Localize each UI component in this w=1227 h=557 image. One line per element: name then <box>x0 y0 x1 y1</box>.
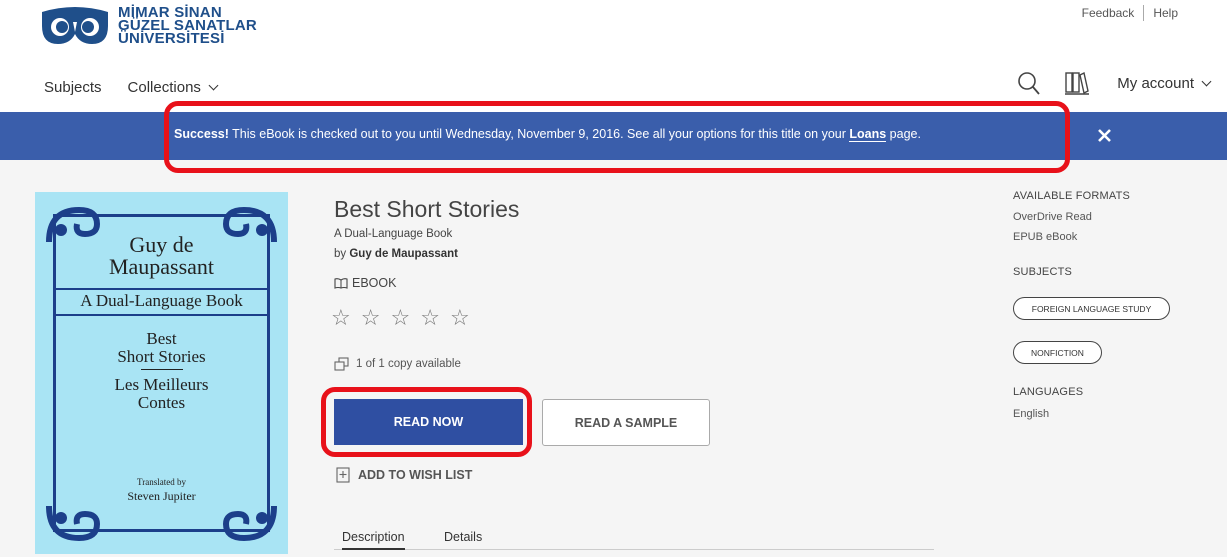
utility-links: Feedback Help <box>1082 5 1178 21</box>
cover-translated-by: Translated by <box>137 477 186 487</box>
cover-author-line-2: Maupassant <box>108 254 215 279</box>
university-name: MİMAR SİNAN GÜZEL SANATLAR ÜNİVERSİTESİ <box>118 5 257 46</box>
star-icon[interactable]: ☆ <box>420 306 440 330</box>
read-now-highlight-outline <box>321 387 532 457</box>
divider <box>1143 5 1145 21</box>
languages-heading: LANGUAGES <box>1013 386 1084 398</box>
cover-rule <box>141 369 183 370</box>
add-to-wish-list-button[interactable]: ADD TO WISH LIST <box>336 467 472 483</box>
book-byline: by Guy de Maupassant <box>334 248 458 260</box>
star-icon[interactable]: ☆ <box>331 306 351 330</box>
owl-logo-icon <box>42 7 108 44</box>
cover-title-line-1: Best <box>146 329 177 348</box>
book-subtitle: A Dual-Language Book <box>334 228 453 240</box>
cover-translator: Steven Jupiter <box>127 489 196 503</box>
copies-available: 1 of 1 copy available <box>334 357 461 371</box>
read-sample-button[interactable]: READ A SAMPLE <box>542 399 710 446</box>
star-icon[interactable]: ☆ <box>390 306 410 330</box>
tab-details[interactable]: Details <box>444 530 482 544</box>
book-title: Best Short Stories <box>334 196 520 222</box>
main-nav: Subjects Collections <box>44 79 243 96</box>
close-icon[interactable] <box>1093 123 1117 147</box>
cover-title-line-3: Les Meilleurs <box>114 375 209 394</box>
language-english: English <box>1013 408 1050 420</box>
format-indicator: EBOOK <box>334 276 396 290</box>
format-label: EBOOK <box>352 276 397 290</box>
book-cover[interactable]: Guy de Maupassant A Dual-Language Book B… <box>35 192 288 554</box>
my-account-label: My account <box>1117 74 1194 92</box>
copies-label: 1 of 1 copy available <box>356 358 461 370</box>
cover-band-text: A Dual-Language Book <box>80 291 243 310</box>
star-icon[interactable]: ☆ <box>361 306 381 330</box>
open-book-icon <box>334 278 348 289</box>
nav-subjects-label: Subjects <box>44 79 102 96</box>
cover-title-line-2: Short Stories <box>117 347 206 366</box>
format-epub[interactable]: EPUB eBook <box>1013 231 1077 243</box>
banner-highlight-outline <box>164 101 1070 173</box>
wish-list-icon <box>336 467 350 483</box>
byline-prefix: by <box>334 248 347 260</box>
my-account-menu[interactable]: My account <box>1117 74 1212 92</box>
chevron-down-icon <box>208 80 219 91</box>
formats-heading: AVAILABLE FORMATS <box>1013 190 1131 202</box>
nav-subjects[interactable]: Subjects <box>44 79 102 96</box>
search-icon[interactable] <box>1017 70 1041 96</box>
cover-ornament-icon <box>46 505 101 542</box>
cover-ornament-icon <box>222 505 277 542</box>
wish-list-label: ADD TO WISH LIST <box>358 468 473 482</box>
bookshelf-icon[interactable] <box>1065 70 1090 96</box>
subjects-heading: SUBJECTS <box>1013 266 1073 278</box>
cover-title-line-4: Contes <box>137 393 186 412</box>
subject-tag-nonfiction[interactable]: NONFICTION <box>1013 341 1102 364</box>
nav-collections[interactable]: Collections <box>127 79 219 96</box>
chevron-down-icon <box>1201 76 1212 86</box>
help-link[interactable]: Help <box>1153 6 1178 20</box>
detail-tabs: Description Details <box>334 528 934 550</box>
format-overdrive-read[interactable]: OverDrive Read <box>1013 211 1092 223</box>
star-rating[interactable]: ☆ ☆ ☆ ☆ ☆ <box>331 306 480 330</box>
star-icon[interactable]: ☆ <box>450 306 470 330</box>
right-nav: My account <box>1017 70 1227 96</box>
nav-collections-label: Collections <box>127 79 201 96</box>
author-link[interactable]: Guy de Maupassant <box>349 248 458 260</box>
copies-icon <box>334 357 349 371</box>
university-logo[interactable]: MİMAR SİNAN GÜZEL SANATLAR ÜNİVERSİTESİ <box>40 4 257 46</box>
feedback-link[interactable]: Feedback <box>1082 6 1135 20</box>
tab-description[interactable]: Description <box>342 530 405 550</box>
subject-tag-foreign-language[interactable]: FOREIGN LANGUAGE STUDY <box>1013 297 1170 320</box>
